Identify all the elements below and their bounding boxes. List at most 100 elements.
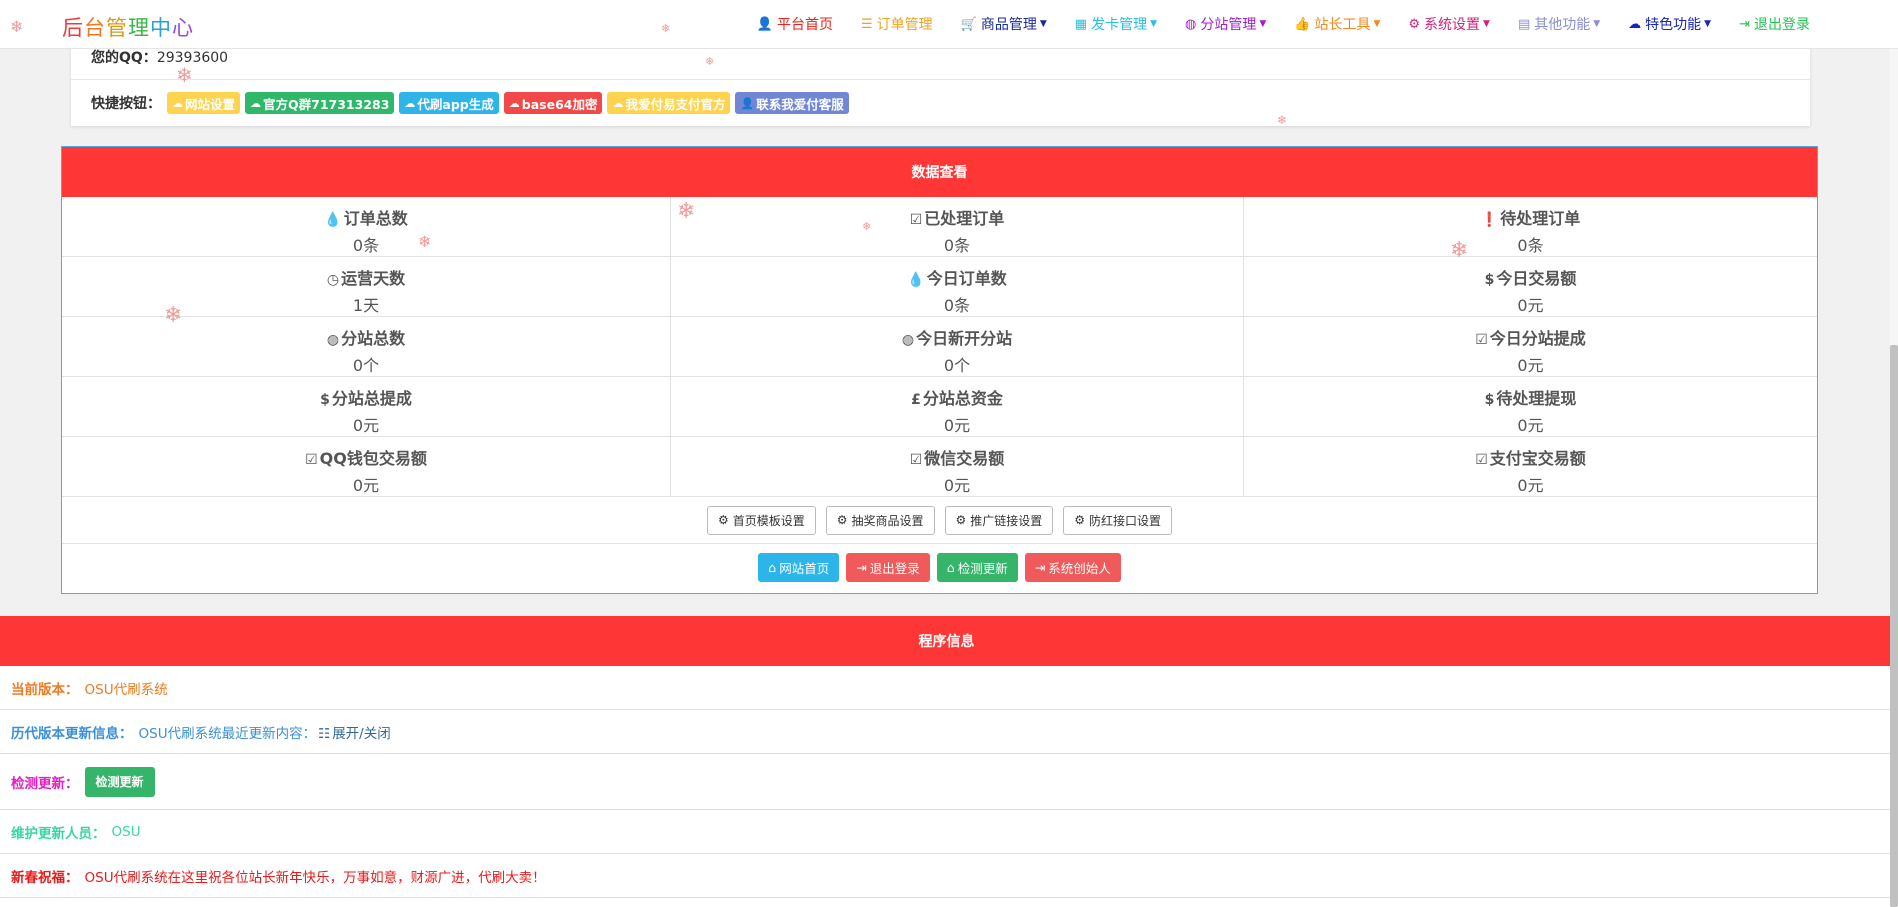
nav-item-2[interactable]: 🛒 商品管理 ▼	[947, 0, 1061, 48]
nav-item-8[interactable]: ☁ 特色功能 ▼	[1614, 0, 1725, 48]
data-view-panel: 数据查看 💧 订单总数 0条 ☑ 已处理订单 0条 ❗ 待处理订单 0条 ◷ 运营天数 1天 💧 今日订单…	[61, 146, 1818, 594]
cloud-icon: ☁	[250, 96, 262, 110]
history-value: OSU代刷系统最近更新内容：	[138, 725, 317, 742]
stat-label-text: 今日交易额	[1496, 269, 1577, 288]
brand-char: 台	[84, 16, 106, 40]
nav-item-4[interactable]: ◍ 分站管理 ▼	[1171, 0, 1280, 48]
action-button-3[interactable]: ⇥ 系统创始人	[1024, 552, 1121, 582]
page-scrollbar[interactable]	[1890, 0, 1898, 907]
nav-label: 站长工具	[1314, 17, 1371, 33]
stat-label: ☑ 今日分站提成	[1244, 325, 1817, 349]
action-button-1[interactable]: ⇥ 退出登录	[846, 552, 930, 582]
greeting-label: 新春祝福：	[11, 869, 79, 886]
stat-icon: $	[320, 392, 330, 408]
stat-cell: ☑ 支付宝交易额 0元	[1244, 437, 1817, 497]
nav-item-6[interactable]: ⚙ 系统设置 ▼	[1394, 0, 1504, 48]
stat-icon: ☑	[909, 212, 923, 228]
stat-label: ◍ 今日新开分站	[671, 325, 1243, 349]
scrollbar-thumb[interactable]	[1890, 345, 1898, 907]
stat-cell: ◷ 运营天数 1天	[62, 257, 671, 317]
user-info-card: 您的QQ：29393600 快捷按钮： ☁ 网站设置 ☁ 官方Q群717313283 ☁…	[71, 40, 1810, 126]
stat-value: 1天	[352, 296, 380, 315]
stat-label-text: 今日订单数	[926, 269, 1007, 288]
stat-label: ☑ 支付宝交易额	[1244, 445, 1817, 469]
gear-icon: ⚙	[955, 513, 967, 527]
caret-down-icon: ▼	[1704, 19, 1712, 29]
stat-cell: ◍ 今日新开分站 0个	[671, 317, 1244, 377]
cloud-icon: ☁	[172, 96, 183, 110]
action-button-label: 退出登录	[869, 560, 920, 576]
stat-label-text: 订单总数	[343, 209, 408, 228]
brand-char: 后	[62, 16, 84, 40]
stat-cell: $ 今日交易额 0元	[1244, 257, 1817, 317]
quick-button-0[interactable]: ☁ 网站设置	[167, 92, 241, 114]
caret-down-icon: ▼	[1259, 19, 1267, 29]
stat-value: 0元	[1517, 476, 1544, 495]
sign-out-icon: ⇥	[856, 559, 867, 575]
stat-icon: ◍	[326, 332, 340, 348]
stat-cell: ☑ 今日分站提成 0元	[1244, 317, 1817, 377]
stat-label: ◍ 分站总数	[62, 325, 670, 349]
stat-value: 0元	[1517, 356, 1544, 375]
quick-button-1[interactable]: ☁ 官方Q群717313283	[245, 92, 395, 114]
stat-cell: ◍ 分站总数 0个	[62, 317, 671, 377]
nav-icon: ⚙	[1408, 16, 1421, 32]
program-info-panel: 程序信息 当前版本： OSU代刷系统 历代版本更新信息： OSU代刷系统最近更新…	[0, 616, 1893, 907]
nav-item-9[interactable]: ⇥ 退出登录	[1725, 0, 1824, 48]
quick-button-5[interactable]: 👤 联系我爱付客服	[735, 92, 849, 114]
quick-button-2[interactable]: ☁ 代刷app生成	[399, 92, 499, 114]
stat-value: 0元	[943, 476, 971, 495]
quick-button-4[interactable]: ☁ 我爱付易支付官方	[607, 92, 731, 114]
brand-char: 管	[106, 16, 128, 40]
brand-title[interactable]: 后台管理中心	[62, 12, 194, 42]
stat-icon: 💧	[324, 212, 342, 228]
settings-button-0[interactable]: ⚙ 首页模板设置	[706, 505, 816, 535]
action-button-0[interactable]: ⌂ 网站首页	[758, 552, 840, 582]
stat-label: £ 分站总资金	[671, 385, 1243, 409]
stat-cell: ☑ 已处理订单 0条	[671, 197, 1244, 257]
caret-down-icon: ▼	[1593, 19, 1601, 29]
history-label: 历代版本更新信息：	[11, 725, 133, 742]
nav-item-0[interactable]: 👤 平台首页	[743, 0, 847, 48]
stat-icon: ◍	[901, 332, 915, 348]
greeting-value: OSU代刷系统在这里祝各位站长新年快乐，万事如意，财源广进，代刷大卖！	[84, 869, 546, 886]
maintainer-label: 维护更新人员：	[11, 825, 106, 842]
action-button-label: 网站首页	[779, 560, 830, 576]
stat-label-text: 今日新开分站	[916, 329, 1013, 348]
maintainer-value: OSU	[111, 823, 141, 840]
nav-item-5[interactable]: 👍 站长工具 ▼	[1280, 0, 1394, 48]
settings-button-1[interactable]: ⚙ 抽奖商品设置	[825, 505, 935, 535]
stats-grid: 💧 订单总数 0条 ☑ 已处理订单 0条 ❗ 待处理订单 0条 ◷ 运营天数 1天 💧 今日订单数 0条 $ 今…	[62, 197, 1817, 497]
check-update-row: 检测更新： 检测更新	[0, 754, 1893, 810]
action-button-2[interactable]: ⌂ 检测更新	[936, 552, 1018, 582]
settings-button-2[interactable]: ⚙ 推广链接设置	[944, 505, 1054, 535]
stat-icon: 💧	[907, 272, 925, 288]
quick-button-3[interactable]: ☁ base64加密	[503, 92, 603, 114]
stat-label: $ 分站总提成	[62, 385, 670, 409]
stat-label-text: 今日分站提成	[1489, 329, 1586, 348]
check-update-button[interactable]: 检测更新	[84, 766, 155, 797]
stat-label-text: 已处理订单	[924, 209, 1005, 228]
nav-item-3[interactable]: ▦ 发卡管理 ▼	[1061, 0, 1171, 48]
nav-item-1[interactable]: ☰ 订单管理	[847, 0, 947, 48]
stat-icon: ☑	[305, 452, 318, 468]
stat-value: 0个	[943, 356, 971, 375]
version-row: 当前版本： OSU代刷系统	[0, 666, 1893, 710]
caret-down-icon: ▼	[1039, 19, 1047, 29]
nav-item-7[interactable]: ▤ 其他功能 ▼	[1504, 0, 1614, 48]
caret-down-icon: ▼	[1483, 19, 1490, 29]
stat-label: ◷ 运营天数	[62, 265, 670, 289]
history-toggle-link[interactable]: ☷ 展开/关闭	[318, 722, 391, 742]
stat-icon: ☑	[1475, 332, 1488, 348]
settings-button-3[interactable]: ⚙ 防红接口设置	[1063, 505, 1173, 535]
stat-label-text: 分站总提成	[331, 389, 412, 408]
nav-icon: 👤	[756, 16, 774, 32]
action-button-label: 检测更新	[957, 560, 1008, 576]
history-toggle-label: 展开/关闭	[332, 725, 391, 742]
nav-icon: ☰	[861, 16, 873, 32]
nav-label: 其他功能	[1534, 17, 1591, 33]
stat-icon: ☑	[909, 452, 923, 468]
sign-out-icon: ⇥	[1034, 559, 1046, 575]
nav-icon: ⇥	[1739, 16, 1750, 32]
stat-icon: ❗	[1480, 212, 1499, 228]
